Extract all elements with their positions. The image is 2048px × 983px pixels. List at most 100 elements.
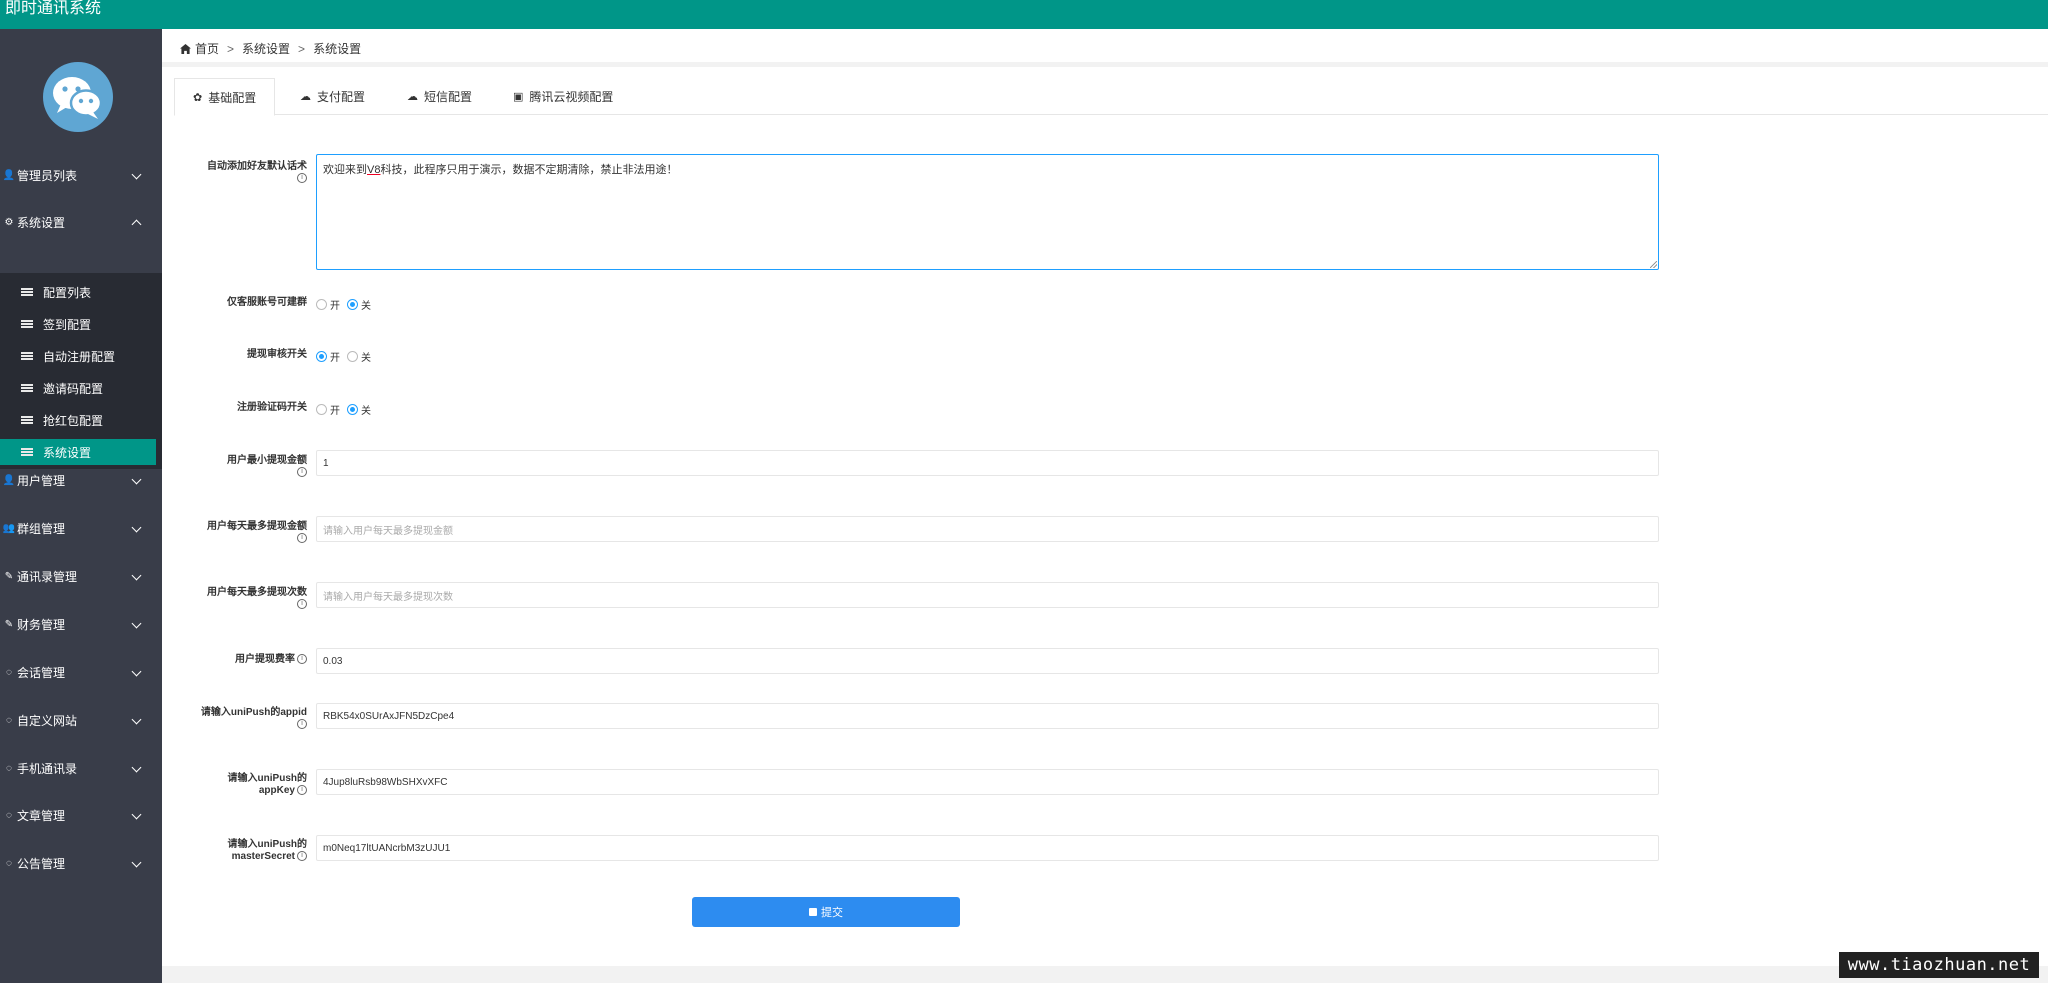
radio-button[interactable] [347,404,358,415]
sidebar-item-label: 群组管理 [17,521,66,536]
cube-icon: ▣ [513,91,524,103]
footer-strip [162,966,2048,983]
submenu-item-system-settings[interactable]: 系统设置 [0,439,156,465]
tab-label: 腾讯云视频配置 [529,90,614,104]
withdraw-review-radio: 开 关 [316,349,378,364]
radio-button[interactable] [347,351,358,362]
tab-tencent-video-config[interactable]: ▣ 腾讯云视频配置 [495,78,631,115]
sidebar-item-label: 公告管理 [17,856,66,871]
sidebar-item-phone-contacts[interactable]: ◌ 手机通讯录 [0,753,162,783]
breadcrumb-home[interactable]: 首页 [195,40,219,57]
edit-icon: ✎ [4,618,14,630]
chevron-down-icon [131,474,142,485]
app-title: 即时通讯系统 [5,0,102,17]
register-captcha-label: 注册验证码开关 [237,402,307,413]
unipush-appkey-label: 请输入uniPush的appKey i [227,773,307,796]
gear-icon: ✿ [193,91,203,104]
chat-icon: ◌ [6,857,12,869]
breadcrumb-separator: > [298,41,306,56]
unipush-appid-label: 请输入uniPush的appidi [200,707,307,730]
wechat-logo-icon [43,62,113,132]
submenu-item-label: 系统设置 [43,445,92,460]
top-bar: 即时通讯系统 [0,0,2048,29]
tab-label: 支付配置 [317,90,366,104]
resize-handle[interactable] [1650,261,1657,268]
tab-label: 基础配置 [208,90,257,105]
chevron-down-icon [131,666,142,677]
sidebar-item-user-management[interactable]: 👤 用户管理 [0,465,162,495]
sidebar-item-group-management[interactable]: 👥 群组管理 [0,513,162,543]
sidebar-item-label: 财务管理 [17,617,66,632]
info-icon: i [297,654,307,665]
chevron-down-icon [131,714,142,725]
list-icon [21,384,33,392]
radio-button[interactable] [347,299,358,310]
list-icon [21,416,33,424]
unipush-secret-input[interactable]: m0Neq17ltUANcrbM3zUJU1 [316,835,1659,861]
unipush-secret-label: 请输入uniPush的masterSecret i [227,839,307,862]
submenu-item-auto-register-config[interactable]: 自动注册配置 [0,343,156,369]
sidebar-item-admin-list[interactable]: 👤 管理员列表 [0,160,162,190]
sidebar-item-contacts-management[interactable]: ✎ 通讯录管理 [0,561,162,591]
chevron-down-icon [131,169,142,180]
greeting-textarea[interactable]: 欢迎来到V8科技，此程序只用于演示，数据不定期清除，禁止非法用途！ [316,154,1659,270]
greeting-label: 自动添加好友默认话术i [207,161,307,184]
radio-button[interactable] [316,299,327,310]
min-withdraw-input[interactable]: 1 [316,450,1659,476]
chevron-down-icon [131,762,142,773]
submenu-item-invite-code-config[interactable]: 邀请码配置 [0,375,156,401]
sidebar-item-custom-website[interactable]: ◌ 自定义网站 [0,705,162,735]
submenu-item-config-list[interactable]: 配置列表 [0,279,156,305]
radio-button[interactable] [316,351,327,362]
chevron-down-icon [131,809,142,820]
withdraw-review-on-option[interactable]: 开 [316,349,340,364]
sidebar-item-label: 通讯录管理 [17,569,78,584]
max-daily-amount-input[interactable]: 请输入用户每天最多提现金额 [316,516,1659,542]
chat-icon: ◌ [6,809,12,821]
tab-label: 短信配置 [424,90,473,104]
sidebar-item-session-management[interactable]: ◌ 会话管理 [0,657,162,687]
sidebar-item-notice-management[interactable]: ◌ 公告管理 [0,848,162,878]
register-captcha-radio: 开 关 [316,402,378,417]
max-daily-times-input[interactable]: 请输入用户每天最多提现次数 [316,582,1659,608]
save-icon [809,908,817,916]
user-icon: 👤 [2,169,16,181]
edit-icon: ✎ [4,570,14,582]
cs-group-off-option[interactable]: 关 [347,297,371,312]
sidebar-item-label: 用户管理 [17,473,66,488]
fee-rate-input[interactable]: 0.03 [316,648,1659,674]
sidebar-item-label: 系统设置 [17,215,66,230]
register-captcha-off-option[interactable]: 关 [347,402,371,417]
chat-icon: ◌ [6,666,12,678]
tab-sms-config[interactable]: ☁ 短信配置 [389,78,490,115]
sidebar-item-label: 自定义网站 [17,713,78,728]
unipush-appid-input[interactable]: RBK54x0SUrAxJFN5DzCpe4 [316,703,1659,729]
list-icon [21,352,33,360]
max-daily-times-label: 用户每天最多提现次数i [207,587,307,610]
withdraw-review-off-option[interactable]: 关 [347,349,371,364]
unipush-appkey-input[interactable]: 4Jup8luRsb98WbSHXvXFC [316,769,1659,795]
chat-icon: ◌ [6,714,12,726]
users-icon: 👥 [2,522,16,534]
sidebar-item-article-management[interactable]: ◌ 文章管理 [0,800,162,830]
chevron-up-icon [131,219,142,230]
submit-button[interactable]: 提交 [692,897,960,927]
submenu-item-red-packet-config[interactable]: 抢红包配置 [0,407,156,433]
breadcrumb-level1[interactable]: 系统设置 [242,40,290,57]
cs-group-on-option[interactable]: 开 [316,297,340,312]
settings-tabs: ✿ 基础配置 ☁ 支付配置 ☁ 短信配置 ▣ 腾讯云视频配置 [174,78,2048,116]
sidebar-item-label: 手机通讯录 [17,761,78,776]
register-captcha-on-option[interactable]: 开 [316,402,340,417]
submenu-item-signin-config[interactable]: 签到配置 [0,311,156,337]
sidebar-item-label: 会话管理 [17,665,66,680]
tab-basic-config[interactable]: ✿ 基础配置 [174,78,276,116]
sidebar-item-system-settings[interactable]: ⚙ 系统设置 [0,207,162,237]
radio-button[interactable] [316,404,327,415]
list-icon [21,448,33,456]
info-icon: i [297,173,307,184]
tab-payment-config[interactable]: ☁ 支付配置 [282,78,383,115]
submenu-item-label: 抢红包配置 [43,413,104,428]
sidebar-item-finance-management[interactable]: ✎ 财务管理 [0,609,162,639]
watermark: www.tiaozhuan.net [1839,952,2039,978]
cs-group-radio: 开 关 [316,297,378,312]
